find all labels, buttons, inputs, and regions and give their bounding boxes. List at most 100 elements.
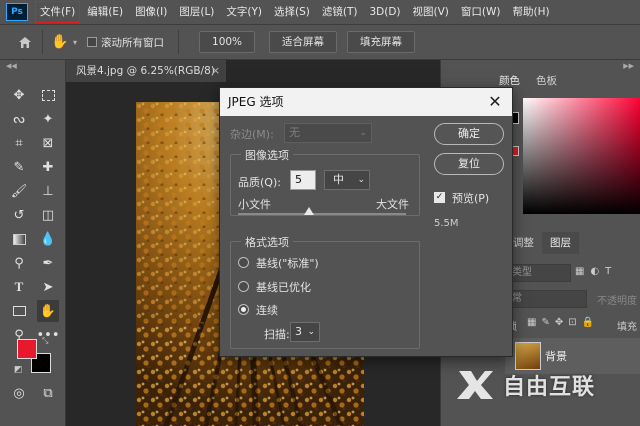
scroll-all-checkbox[interactable] [87,37,98,47]
zoom-100-button[interactable]: 100% [199,31,256,53]
clone-stamp-tool-icon[interactable]: ⊥ [37,180,59,202]
fit-screen-button[interactable]: 适合屏幕 [269,31,338,53]
options-bar: ✋ ▾ 滚动所有窗口 100% 适合屏幕 填充屏幕 [0,24,640,60]
format-options-legend: 格式选项 [241,234,293,250]
pen-tool-icon[interactable]: ✒ [37,252,59,274]
lock-icons[interactable]: ▦✎✥⊡🔒 [527,317,599,328]
menu-3d[interactable]: 3D(D) [363,0,406,24]
menu-image[interactable]: 图像(I) [129,0,173,24]
format-radio-baseline[interactable] [238,257,249,268]
panel-collapse-icon[interactable]: ▶▶ [623,62,634,70]
ok-button[interactable]: 确定 [434,123,504,145]
foreground-color-swatch[interactable] [17,339,37,359]
menu-layer[interactable]: 图层(L) [173,0,220,24]
jpeg-options-dialog: JPEG 选项 ✕ 杂边(M): 无 ⌄ 图像选项 品质(Q): 5 中 ⌄ 小… [219,87,513,357]
chevron-down-icon: ⌄ [359,128,367,138]
color-picker-field[interactable] [523,98,640,214]
scans-value: 3 [295,325,302,338]
close-icon[interactable]: × [211,60,220,82]
format-radio-baseline-optimized[interactable] [238,281,249,292]
menu-filter[interactable]: 滤镜(T) [316,0,364,24]
quality-label: 品质(Q): [238,176,281,189]
magic-wand-tool-icon[interactable]: ✦ [37,108,59,130]
format-label-progressive: 连续 [256,304,278,317]
format-radio-progressive[interactable] [238,304,249,315]
quality-input[interactable]: 5 [290,170,316,190]
menu-view[interactable]: 视图(V) [407,0,455,24]
eyedropper-tool-icon[interactable]: ✎ [8,156,30,178]
lasso-tool-icon[interactable]: ᔓ [8,108,30,130]
menu-bar: Ps 文件(F) 编辑(E) 图像(I) 图层(L) 文字(Y) 选择(S) 滤… [0,0,640,24]
swap-colors-icon[interactable]: ◩ [14,365,23,375]
menu-help[interactable]: 帮助(H) [507,0,556,24]
quality-slider-track[interactable] [238,213,406,215]
format-label-baseline: 基线("标准") [256,257,319,270]
reset-button[interactable]: 复位 [434,153,504,175]
tool-panel: ◀◀ ✥ ᔓ ✦ ⌗ ⊠ ✎ ✚ 🖌 ⊥ ↺ ◫ 💧 ⚲ ✒ T ➤ ✋ ⚲ •… [0,60,66,426]
panel-collapse-icon[interactable]: ◀◀ [6,62,17,70]
document-tab-title: 风景4.jpg @ 6.25%(RGB/8) [76,65,215,77]
layer-filter-icons[interactable]: ▦◐T [575,266,617,277]
watermark: 自由互联 [455,360,640,410]
type-tool-icon[interactable]: T [8,276,30,298]
chevron-down-icon: ⌄ [357,175,365,185]
layer-kind-filter[interactable]: 类型 [507,264,571,282]
eraser-tool-icon[interactable]: ◫ [37,204,59,226]
hand-tool-icon[interactable]: ✋ [37,300,59,322]
screen-mode-icon[interactable]: ⧉ [37,382,59,404]
menu-type[interactable]: 文字(Y) [220,0,268,24]
frame-tool-icon[interactable]: ⊠ [37,132,59,154]
preview-checkbox[interactable]: ✓ [434,192,445,203]
document-tab[interactable]: 风景4.jpg @ 6.25%(RGB/8) × [66,60,226,82]
gradient-tool-icon[interactable] [8,228,30,250]
close-icon[interactable]: ✕ [486,88,504,116]
healing-brush-tool-icon[interactable]: ✚ [37,156,59,178]
quality-preset-select[interactable]: 中 ⌄ [324,170,370,190]
path-selection-tool-icon[interactable]: ➤ [37,276,59,298]
chevron-down-icon[interactable]: ▾ [73,38,77,47]
preview-label: 预览(P) [452,192,490,205]
tab-layers[interactable]: 图层 [542,232,579,254]
matte-label: 杂边(M): [230,128,274,141]
chevron-down-icon: ⌄ [307,327,315,337]
hand-tool-icon[interactable]: ✋ [49,31,71,53]
quick-mask-icon[interactable]: ◎ [8,382,30,404]
default-colors-icon[interactable]: ⤡ [42,336,52,345]
quality-slider-thumb[interactable] [303,207,314,215]
dialog-title: JPEG 选项 [228,95,284,109]
watermark-text: 自由互联 [503,375,596,400]
menu-edit[interactable]: 编辑(E) [81,0,129,24]
file-size-readout: 5.5M [434,218,459,229]
watermark-logo-icon [457,371,493,399]
scans-select[interactable]: 3 ⌄ [290,322,320,342]
format-label-baseline-optimized: 基线已优化 [256,281,311,294]
blur-tool-icon[interactable]: 💧 [37,228,59,250]
move-tool-icon[interactable]: ✥ [8,84,30,106]
menu-file[interactable]: 文件(F) [34,0,81,24]
scans-label: 扫描: [264,328,290,341]
dialog-title-bar[interactable]: JPEG 选项 ✕ [220,88,512,116]
menu-window[interactable]: 窗口(W) [455,0,507,24]
brush-tool-icon[interactable]: 🖌 [8,180,30,202]
blend-mode-value: 常 [512,293,522,304]
divider [42,30,43,54]
history-brush-tool-icon[interactable]: ↺ [8,204,30,226]
image-options-legend: 图像选项 [241,147,293,163]
rectangle-tool-icon[interactable] [8,300,30,322]
blend-mode-select[interactable]: 常 [507,290,587,308]
menu-select[interactable]: 选择(S) [268,0,316,24]
matte-select[interactable]: 无 ⌄ [284,123,372,143]
layers-tabs: 调整 图层 [505,232,579,254]
fill-screen-button[interactable]: 填充屏幕 [347,31,416,53]
small-file-label: 小文件 [238,198,271,211]
crop-tool-icon[interactable]: ⌗ [8,132,30,154]
fill-label: 填充 [617,322,637,333]
home-icon[interactable] [14,31,36,53]
tab-swatches[interactable]: 色板 [528,70,565,92]
scroll-all-label: 滚动所有窗口 [101,36,165,49]
dodge-tool-icon[interactable]: ⚲ [8,252,30,274]
opacity-label: 不透明度 [597,296,637,307]
marquee-tool-icon[interactable] [37,84,59,106]
photoshop-logo: Ps [6,3,28,21]
matte-value: 无 [289,126,300,139]
